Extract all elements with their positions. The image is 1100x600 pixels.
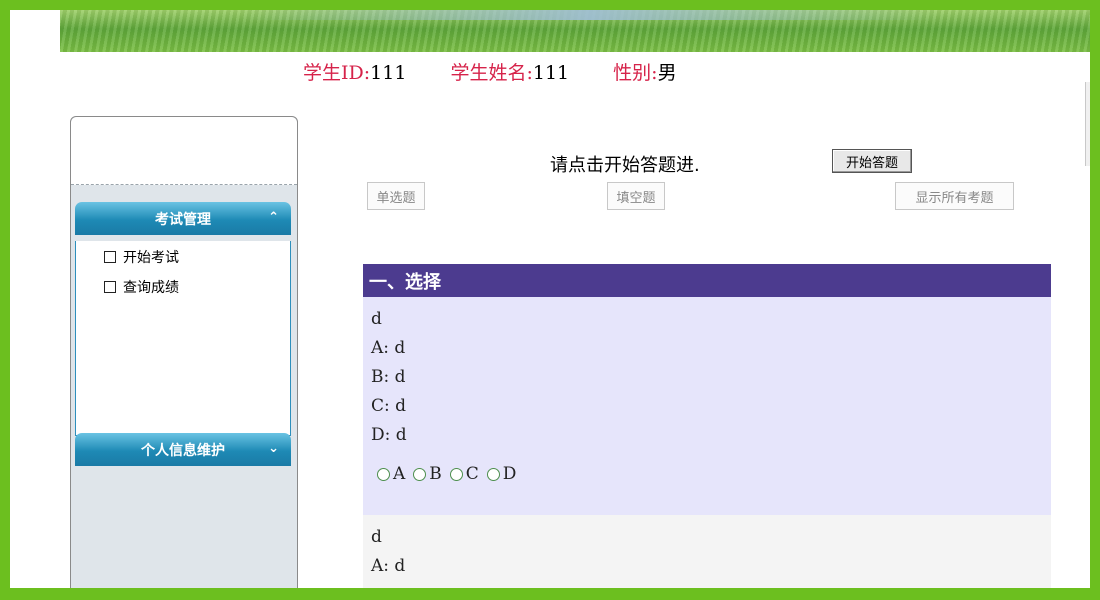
question-stem: d: [371, 309, 382, 329]
choice-d-label: D: [502, 464, 517, 484]
gender: 性别:男: [613, 62, 676, 84]
choice-c-label: C: [465, 464, 479, 484]
question-panel: 一、选择 d A: d B: d C: d D: d A B C D d A: …: [363, 264, 1051, 588]
question-stem: d: [371, 527, 382, 547]
option-a-text: A: d: [371, 338, 406, 358]
question-item: d A: d: [363, 515, 1051, 581]
choice-b-label: B: [429, 464, 442, 484]
choice-a-label: A: [393, 464, 406, 484]
start-answer-button[interactable]: 开始答题: [832, 149, 912, 173]
option-d-text: D: d: [371, 425, 407, 445]
banner-sky: [240, 10, 940, 20]
tab-all-questions[interactable]: 显示所有考题: [895, 182, 1014, 210]
choice-c[interactable]: C: [449, 464, 479, 484]
option-c-text: C: d: [371, 396, 407, 416]
chevron-down-double-icon: ⌄: [268, 441, 279, 456]
checkbox-icon: [104, 281, 116, 293]
choice-b[interactable]: B: [413, 464, 442, 484]
option-a-text: A: d: [371, 556, 406, 576]
start-prompt: 请点击开始答题进.: [550, 155, 700, 176]
answer-choices: A B C D: [377, 464, 1051, 484]
student-name-label: 学生姓名:: [450, 62, 533, 84]
menu-exam-management-label: 考试管理: [155, 211, 211, 228]
sidebar-item-start-exam[interactable]: 开始考试: [104, 247, 290, 267]
student-id: 学生ID:111: [303, 62, 406, 84]
tab-fill-blank[interactable]: 填空题: [607, 182, 665, 210]
student-name: 学生姓名:111: [450, 62, 569, 84]
sidebar: 考试管理 ⌃ 开始考试 查询成绩 个人信息维护 ⌄: [70, 116, 298, 588]
student-info: 学生ID:111 学生姓名:111 性别:男: [303, 58, 715, 85]
question-item: d A: d B: d C: d D: d A B C D: [363, 297, 1051, 515]
scrollbar[interactable]: [1085, 82, 1090, 166]
radio-icon[interactable]: [413, 467, 427, 481]
page-frame: 学生ID:111 学生姓名:111 性别:男 考试管理 ⌃ 开始考试 查询成绩 …: [10, 10, 1090, 588]
menu-personal-info[interactable]: 个人信息维护 ⌄: [75, 433, 291, 466]
header-banner: [60, 10, 1090, 52]
student-id-value: 111: [370, 62, 407, 84]
menu-exam-management-body: 开始考试 查询成绩: [75, 241, 291, 436]
menu-personal-info-label: 个人信息维护: [141, 442, 225, 459]
student-id-label: 学生ID:: [303, 62, 371, 84]
radio-icon[interactable]: [486, 467, 500, 481]
chevron-up-double-icon: ⌃: [268, 210, 279, 225]
sidebar-item-query-scores[interactable]: 查询成绩: [104, 277, 290, 297]
sidebar-item-start-exam-label: 开始考试: [123, 250, 179, 266]
option-b-text: B: d: [371, 367, 406, 387]
radio-icon[interactable]: [449, 467, 463, 481]
checkbox-icon: [104, 251, 116, 263]
menu-exam-management[interactable]: 考试管理 ⌃: [75, 202, 291, 235]
student-name-value: 111: [532, 62, 570, 84]
gender-label: 性别:: [613, 62, 658, 84]
choice-a[interactable]: A: [377, 464, 405, 484]
sidebar-item-query-scores-label: 查询成绩: [123, 280, 179, 296]
choice-d[interactable]: D: [486, 464, 517, 484]
gender-value: 男: [657, 62, 677, 84]
tab-single-choice[interactable]: 单选题: [367, 182, 425, 210]
sidebar-header: [71, 117, 297, 185]
radio-icon[interactable]: [377, 467, 390, 481]
section-title: 一、选择: [363, 264, 1051, 297]
